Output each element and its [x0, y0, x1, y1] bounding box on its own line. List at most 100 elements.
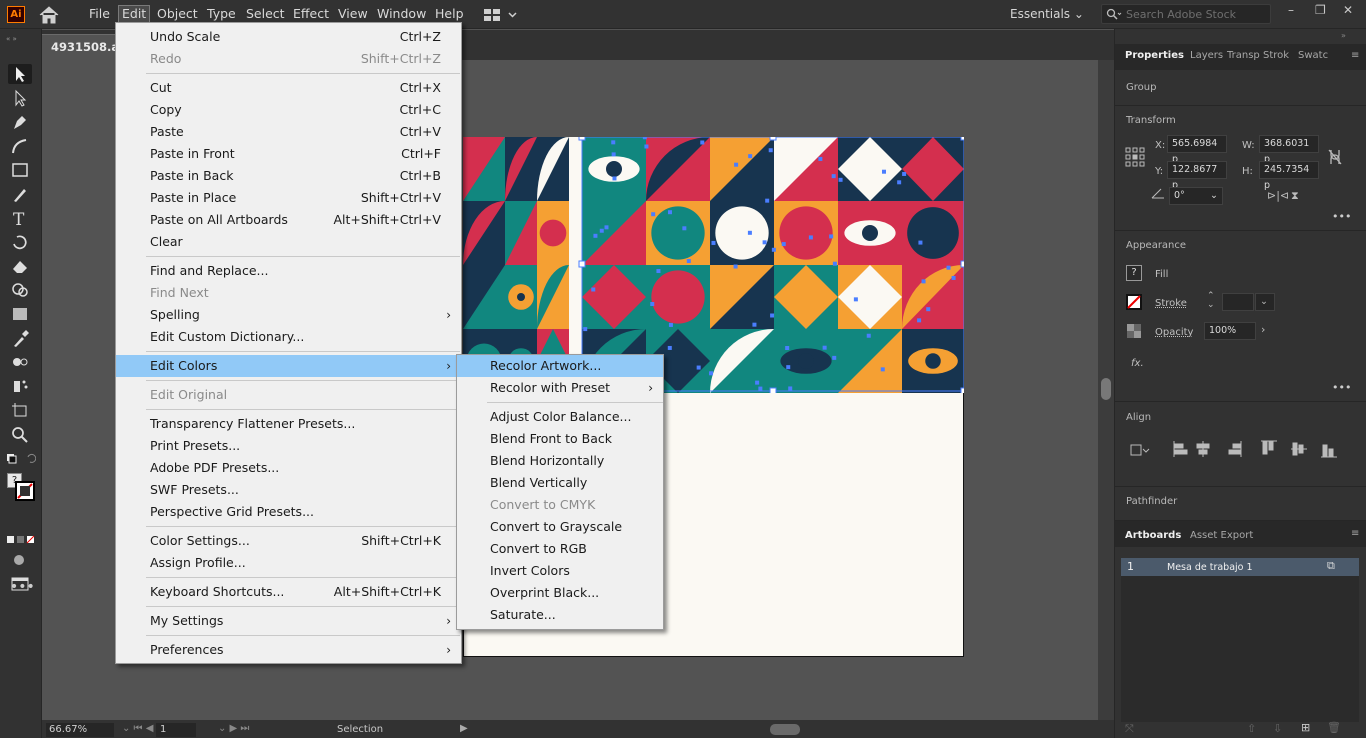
- artboard-nav-field[interactable]: 1: [156, 723, 196, 737]
- workspace-switcher[interactable]: Essentials ⌄: [1010, 7, 1084, 21]
- menu-item[interactable]: Print Presets...: [116, 435, 461, 457]
- menu-item[interactable]: Cut Ctrl+X: [116, 77, 461, 99]
- selection-tool-icon[interactable]: [8, 64, 32, 84]
- menu-item[interactable]: Paste on All Artboards Alt+Shift+Ctrl+V: [116, 209, 461, 231]
- symbol-sprayer-tool-icon[interactable]: [8, 376, 32, 396]
- delete-artboard-icon[interactable]: 🗑: [1327, 721, 1341, 734]
- more-tools-icon[interactable]: •••: [10, 579, 35, 595]
- restore-icon[interactable]: ❐: [1315, 4, 1329, 16]
- artboard-next-icons[interactable]: ⌄ ▶ ⏭: [218, 723, 249, 734]
- zoom-tool-icon[interactable]: [8, 424, 32, 444]
- menu-effect[interactable]: Effect: [293, 6, 329, 22]
- stroke-weight-dropdown[interactable]: ⌄: [1255, 293, 1275, 311]
- menu-item[interactable]: Paste in Front Ctrl+F: [116, 143, 461, 165]
- menu-item[interactable]: Assign Profile...: [116, 552, 461, 574]
- status-arrow-icon[interactable]: ▶: [460, 723, 468, 734]
- new-artboard-icon[interactable]: ⊞: [1301, 721, 1310, 734]
- menu-item[interactable]: Color Settings... Shift+Ctrl+K: [116, 530, 461, 552]
- menu-item[interactable]: Find and Replace...: [116, 260, 461, 282]
- fill-color-icon[interactable]: ?: [1126, 265, 1142, 281]
- panel-menu-icon[interactable]: ≡: [1351, 50, 1359, 61]
- tab-swatches[interactable]: Swatc: [1298, 50, 1328, 61]
- menu-item[interactable]: Transparency Flattener Presets...: [116, 413, 461, 435]
- menu-item[interactable]: Paste in Place Shift+Ctrl+V: [116, 187, 461, 209]
- menu-file[interactable]: File: [89, 6, 110, 22]
- default-colors-icon[interactable]: [6, 453, 36, 465]
- menu-item[interactable]: My Settings ›: [116, 610, 461, 632]
- move-down-icon[interactable]: ⇩: [1273, 722, 1282, 735]
- tab-layers[interactable]: Layers: [1190, 50, 1223, 61]
- menu-select[interactable]: Select: [246, 6, 285, 22]
- horizontal-scroll-thumb[interactable]: [770, 724, 800, 735]
- menu-item[interactable]: Spelling ›: [116, 304, 461, 326]
- menu-item[interactable]: Adobe PDF Presets...: [116, 457, 461, 479]
- flip-vertical-icon[interactable]: ⧗: [1291, 189, 1299, 203]
- stroke-label[interactable]: Stroke: [1155, 298, 1187, 309]
- opacity-arrow-icon[interactable]: ›: [1261, 323, 1265, 336]
- color-mode-icons[interactable]: [6, 535, 36, 545]
- document-tab[interactable]: 4931508.ai*: [42, 34, 129, 60]
- x-field[interactable]: 565.6984 p: [1167, 135, 1227, 165]
- appearance-more-icon[interactable]: •••: [1332, 381, 1351, 394]
- type-tool-icon[interactable]: T: [8, 208, 32, 228]
- menu-item[interactable]: Clear: [116, 231, 461, 253]
- menu-item[interactable]: Edit Custom Dictionary...: [116, 326, 461, 348]
- search-stock-field[interactable]: Search Adobe Stock: [1101, 4, 1271, 24]
- menu-item[interactable]: Overprint Black...: [457, 582, 663, 604]
- home-icon[interactable]: [38, 6, 60, 24]
- vertical-scrollbar[interactable]: [1098, 60, 1114, 720]
- curvature-tool-icon[interactable]: [8, 136, 32, 156]
- menu-item[interactable]: Redo Shift+Ctrl+Z: [116, 48, 461, 70]
- effects-fx-icon[interactable]: fx.: [1131, 358, 1144, 369]
- tab-transparency[interactable]: Transp: [1227, 50, 1260, 61]
- tab-artboards[interactable]: Artboards: [1125, 530, 1181, 541]
- direct-selection-tool-icon[interactable]: [8, 88, 32, 108]
- opacity-field[interactable]: 100%: [1204, 322, 1256, 340]
- opacity-icon[interactable]: [1126, 323, 1142, 339]
- menu-item[interactable]: Paste in Back Ctrl+B: [116, 165, 461, 187]
- shape-builder-tool-icon[interactable]: [8, 280, 32, 300]
- artboard-row[interactable]: 1 Mesa de trabajo 1 ⧉: [1121, 558, 1359, 576]
- gradient-tool-icon[interactable]: [8, 304, 32, 324]
- menu-item[interactable]: Convert to Grayscale: [457, 516, 663, 538]
- menu-item[interactable]: Keyboard Shortcuts... Alt+Shift+Ctrl+K: [116, 581, 461, 603]
- h-field[interactable]: 245.7354 p: [1259, 161, 1319, 191]
- flip-horizontal-icon[interactable]: ⊳|⊲: [1267, 189, 1289, 202]
- menu-type[interactable]: Type: [207, 6, 236, 22]
- eyedropper-tool-icon[interactable]: [8, 328, 32, 348]
- transform-more-icon[interactable]: •••: [1332, 210, 1351, 223]
- menu-item[interactable]: Copy Ctrl+C: [116, 99, 461, 121]
- menu-item[interactable]: Perspective Grid Presets...: [116, 501, 461, 523]
- menu-item[interactable]: Blend Horizontally: [457, 450, 663, 472]
- constrain-proportions-icon[interactable]: [1327, 148, 1343, 166]
- align-buttons[interactable]: [1129, 439, 1347, 459]
- stroke-swatch-icon[interactable]: [15, 481, 35, 501]
- y-field[interactable]: 122.8677 p: [1167, 161, 1227, 191]
- paintbrush-tool-icon[interactable]: [8, 184, 32, 204]
- artboard-options-icon[interactable]: ⧉: [1327, 559, 1335, 573]
- workspace-layout-icon[interactable]: [483, 7, 519, 23]
- menu-item[interactable]: Undo Scale Ctrl+Z: [116, 26, 461, 48]
- menu-item[interactable]: SWF Presets...: [116, 479, 461, 501]
- menu-window[interactable]: Window: [377, 6, 426, 22]
- menu-item[interactable]: Edit Colors ›: [116, 355, 461, 377]
- rotate-tool-icon[interactable]: [8, 232, 32, 252]
- menu-help[interactable]: Help: [435, 6, 464, 22]
- tab-stroke[interactable]: Strok: [1263, 50, 1289, 61]
- minimize-icon[interactable]: –: [1288, 4, 1302, 16]
- panel-collapse-icon[interactable]: »: [1341, 31, 1346, 40]
- menu-item[interactable]: Find Next: [116, 282, 461, 304]
- move-up-icon[interactable]: ⇧: [1247, 722, 1256, 735]
- rectangle-tool-icon[interactable]: [8, 160, 32, 180]
- scroll-thumb[interactable]: [1101, 378, 1111, 400]
- menu-edit[interactable]: Edit: [117, 5, 151, 23]
- menu-item[interactable]: Edit Original: [116, 384, 461, 406]
- artboards-menu-icon[interactable]: ≡: [1351, 528, 1359, 539]
- eraser-tool-icon[interactable]: [8, 256, 32, 276]
- w-field[interactable]: 368.6031 p: [1259, 135, 1319, 165]
- reference-point-icon[interactable]: [1125, 147, 1145, 167]
- menu-item[interactable]: Blend Front to Back: [457, 428, 663, 450]
- blend-tool-icon[interactable]: [8, 352, 32, 372]
- tab-asset-export[interactable]: Asset Export: [1190, 530, 1253, 541]
- menu-item[interactable]: Convert to CMYK: [457, 494, 663, 516]
